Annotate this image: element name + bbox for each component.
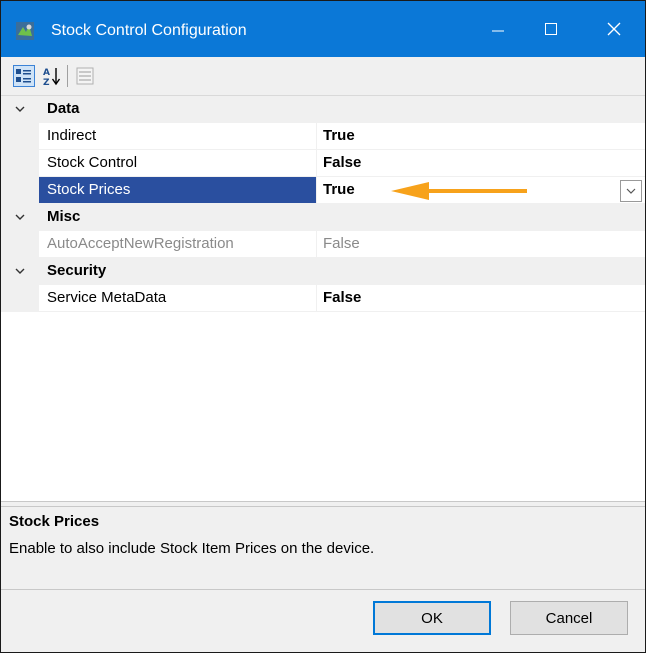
title-bar: Stock Control Configuration (1, 1, 645, 57)
ok-button[interactable]: OK (373, 601, 491, 635)
categorized-icon (16, 69, 31, 83)
value-dropdown-button[interactable] (620, 180, 642, 202)
toolbar-separator (67, 65, 68, 87)
chevron-down-icon[interactable] (13, 210, 27, 224)
row-gutter (1, 123, 39, 150)
dialog-window: Stock Control Configuration A Z Data Ind… (0, 0, 646, 653)
property-name: Service MetaData (39, 285, 317, 311)
row-gutter (1, 285, 39, 312)
app-icon (16, 22, 34, 40)
chevron-down-icon (626, 188, 636, 194)
property-value[interactable]: True (317, 123, 645, 149)
annotation-arrow-icon (391, 182, 527, 200)
property-grid: Data Indirect True Stock Control False S… (1, 96, 645, 501)
alphabetical-button[interactable]: A Z (41, 65, 63, 88)
cancel-button[interactable]: Cancel (510, 601, 628, 635)
chevron-down-icon[interactable] (13, 264, 27, 278)
svg-text:Z: Z (43, 78, 50, 87)
property-row-autoaccept[interactable]: AutoAcceptNewRegistration False (1, 231, 645, 258)
category-name: Misc (47, 208, 81, 225)
property-row-service-metadata[interactable]: Service MetaData False (1, 285, 645, 312)
minimize-button[interactable] (475, 9, 521, 49)
property-name: AutoAcceptNewRegistration (39, 231, 317, 257)
maximize-icon (545, 23, 557, 35)
property-value[interactable]: False (317, 150, 645, 176)
property-pages-icon (76, 67, 94, 85)
property-row-stock-control[interactable]: Stock Control False (1, 150, 645, 177)
svg-text:A: A (43, 68, 50, 78)
category-name: Data (47, 100, 80, 117)
property-name-selected: Stock Prices (39, 177, 317, 203)
category-data[interactable]: Data (1, 96, 645, 123)
sort-alpha-icon: A Z (43, 68, 61, 88)
category-name: Security (47, 262, 107, 279)
property-name: Indirect (39, 123, 317, 149)
minimize-icon (492, 30, 504, 32)
close-icon (607, 22, 621, 36)
property-value[interactable]: False (317, 285, 645, 311)
property-pages-button[interactable] (74, 65, 96, 87)
row-gutter (1, 150, 39, 177)
categorized-button[interactable] (13, 65, 35, 87)
category-misc[interactable]: Misc (1, 204, 645, 231)
property-grid-toolbar: A Z (1, 57, 645, 96)
maximize-button[interactable] (528, 9, 574, 49)
window-title: Stock Control Configuration (51, 22, 247, 39)
property-row-stock-prices[interactable]: Stock Prices True (1, 177, 645, 204)
close-button[interactable] (591, 9, 637, 49)
category-security[interactable]: Security (1, 258, 645, 285)
row-gutter (1, 231, 39, 258)
row-gutter (1, 177, 39, 204)
chevron-down-icon[interactable] (13, 102, 27, 116)
property-row-indirect[interactable]: Indirect True (1, 123, 645, 150)
help-description: Enable to also include Stock Item Prices… (9, 540, 375, 557)
property-name: Stock Control (39, 150, 317, 176)
property-value: False (323, 235, 360, 252)
help-panel: Stock Prices Enable to also include Stoc… (1, 507, 645, 590)
help-title: Stock Prices (9, 513, 100, 530)
